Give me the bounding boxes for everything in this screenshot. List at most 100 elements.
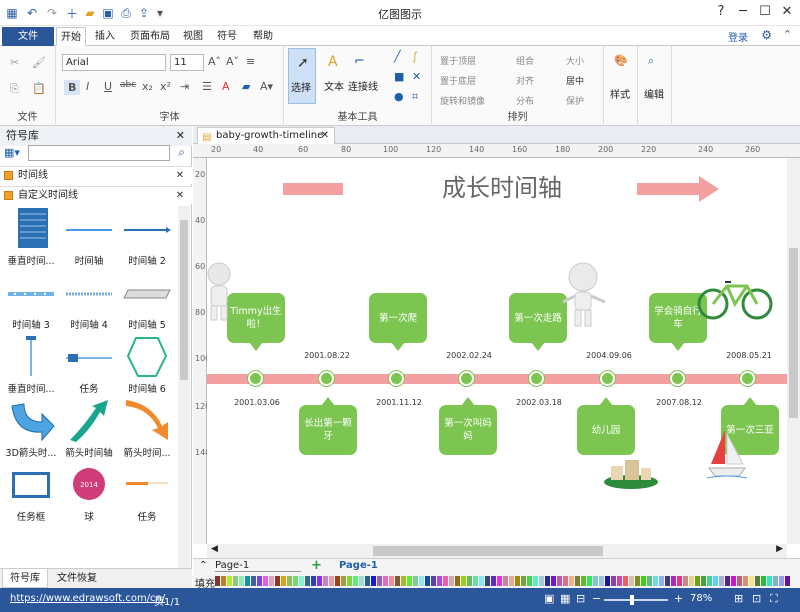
sailboat-image[interactable] bbox=[707, 428, 747, 480]
color-swatch[interactable] bbox=[623, 576, 628, 586]
italic-button[interactable]: I bbox=[86, 80, 89, 93]
canvas-horizontal-scrollbar[interactable]: ◀ ▶ bbox=[207, 544, 787, 558]
bullet-list-icon[interactable]: ☰ bbox=[202, 80, 212, 93]
superscript-icon[interactable]: x² bbox=[160, 80, 171, 93]
fit-width-icon[interactable]: ⊡ bbox=[752, 592, 761, 605]
document-tab-close-icon[interactable]: ✕ bbox=[321, 128, 329, 144]
color-swatch[interactable] bbox=[299, 576, 304, 586]
color-swatch[interactable] bbox=[743, 576, 748, 586]
color-swatch[interactable] bbox=[431, 576, 436, 586]
subscript-icon[interactable]: x₂ bbox=[142, 80, 153, 93]
canvas-vscroll-thumb[interactable] bbox=[789, 248, 798, 418]
paste-icon[interactable]: 📋 bbox=[32, 82, 46, 95]
tab-home[interactable]: 开始 bbox=[56, 27, 86, 46]
fullscreen-icon[interactable]: ⛶ bbox=[770, 592, 778, 606]
connector-tool-icon[interactable]: ⌐ bbox=[354, 54, 365, 69]
color-swatch[interactable] bbox=[347, 576, 352, 586]
tab-file[interactable]: 文件 bbox=[2, 27, 54, 46]
color-swatch[interactable] bbox=[281, 576, 286, 586]
event-first-crawl[interactable]: 第一次爬 bbox=[369, 293, 427, 351]
color-swatch[interactable] bbox=[689, 576, 694, 586]
color-swatch[interactable] bbox=[335, 576, 340, 586]
walking-figure-image[interactable] bbox=[561, 262, 609, 328]
color-swatch[interactable] bbox=[419, 576, 424, 586]
color-swatch[interactable] bbox=[371, 576, 376, 586]
align-button[interactable]: 对齐 bbox=[516, 74, 534, 87]
color-swatch[interactable] bbox=[725, 576, 730, 586]
page-tab-1[interactable]: Page-1 bbox=[339, 560, 378, 571]
style-icon[interactable]: 🎨 bbox=[614, 54, 628, 67]
select-tool-button[interactable]: ➚ 选择 bbox=[288, 48, 316, 104]
color-swatch[interactable] bbox=[407, 576, 412, 586]
fill-color-icon[interactable]: ▰ bbox=[242, 80, 250, 93]
color-swatch[interactable] bbox=[215, 576, 220, 586]
tab-help[interactable]: 帮助 bbox=[248, 27, 278, 46]
shape-task[interactable]: 任务 bbox=[60, 334, 118, 398]
color-swatch[interactable] bbox=[581, 576, 586, 586]
shape-timeline-2[interactable]: 时间轴 2 bbox=[118, 206, 176, 270]
color-swatch[interactable] bbox=[773, 576, 778, 586]
shape-arrow-timeline-2[interactable]: 箭头时间... bbox=[118, 398, 176, 462]
color-swatch[interactable] bbox=[647, 576, 652, 586]
color-swatch[interactable] bbox=[695, 576, 700, 586]
color-swatch[interactable] bbox=[641, 576, 646, 586]
color-swatch[interactable] bbox=[341, 576, 346, 586]
color-swatch[interactable] bbox=[473, 576, 478, 586]
color-swatch[interactable] bbox=[389, 576, 394, 586]
color-swatch[interactable] bbox=[527, 576, 532, 586]
color-swatch[interactable] bbox=[401, 576, 406, 586]
color-swatch[interactable] bbox=[383, 576, 388, 586]
color-swatch[interactable] bbox=[323, 576, 328, 586]
center-button[interactable]: 居中 bbox=[566, 74, 584, 87]
color-swatch[interactable] bbox=[317, 576, 322, 586]
group-button[interactable]: 组合 bbox=[516, 54, 534, 67]
color-swatches[interactable] bbox=[215, 576, 795, 586]
timeline-dot[interactable] bbox=[600, 371, 615, 386]
timeline-dot[interactable] bbox=[389, 371, 404, 386]
library-close-icon[interactable]: ✕ bbox=[176, 167, 184, 184]
zoom-in-icon[interactable]: + bbox=[674, 592, 683, 605]
tab-page-layout[interactable]: 页面布局 bbox=[126, 27, 174, 46]
shape-timeline[interactable]: 时间轴 bbox=[60, 206, 118, 270]
color-swatch[interactable] bbox=[521, 576, 526, 586]
fit-page-icon[interactable]: ⊞ bbox=[734, 592, 743, 605]
crop-tool-icon[interactable]: ⌗ bbox=[412, 90, 418, 104]
page-select[interactable]: Page-1 bbox=[215, 560, 301, 572]
timeline-dot[interactable] bbox=[248, 371, 263, 386]
color-swatch[interactable] bbox=[443, 576, 448, 586]
paragraph-align-icon[interactable]: ≡ bbox=[246, 55, 255, 68]
color-swatch[interactable] bbox=[413, 576, 418, 586]
color-swatch[interactable] bbox=[659, 576, 664, 586]
color-swatch[interactable] bbox=[455, 576, 460, 586]
rectangle-tool-icon[interactable]: ■ bbox=[394, 70, 404, 83]
color-swatch[interactable] bbox=[731, 576, 736, 586]
event-kindergarten[interactable]: 幼儿园 bbox=[577, 397, 635, 455]
color-swatch[interactable] bbox=[287, 576, 292, 586]
size-button[interactable]: 大小 bbox=[566, 54, 584, 67]
timeline-dot[interactable] bbox=[319, 371, 334, 386]
shape-vertical-timeline-2[interactable]: 垂直时间... bbox=[2, 334, 60, 398]
format-painter-icon[interactable]: 🖌 bbox=[32, 56, 46, 69]
color-swatch[interactable] bbox=[479, 576, 484, 586]
text-color-icon[interactable]: A bbox=[222, 80, 230, 93]
ellipse-tool-icon[interactable]: ● bbox=[394, 90, 404, 103]
grid-view-icon[interactable]: ▦ bbox=[560, 592, 570, 605]
edit-button[interactable]: 编辑 bbox=[644, 86, 664, 101]
presentation-icon[interactable]: ⊟ bbox=[576, 592, 585, 605]
color-swatch[interactable] bbox=[599, 576, 604, 586]
color-swatch[interactable] bbox=[587, 576, 592, 586]
library-timeline[interactable]: 时间线 ✕ bbox=[0, 166, 192, 184]
color-swatch[interactable] bbox=[239, 576, 244, 586]
color-swatch[interactable] bbox=[761, 576, 766, 586]
shape-task-2[interactable]: 任务 bbox=[118, 462, 176, 526]
timeline-dot[interactable] bbox=[529, 371, 544, 386]
style-button[interactable]: 样式 bbox=[610, 86, 630, 101]
color-swatch[interactable] bbox=[491, 576, 496, 586]
color-swatch[interactable] bbox=[515, 576, 520, 586]
color-swatch[interactable] bbox=[227, 576, 232, 586]
rotate-mirror-button[interactable]: 旋转和镜像 bbox=[440, 94, 485, 107]
color-swatch[interactable] bbox=[251, 576, 256, 586]
color-swatch[interactable] bbox=[575, 576, 580, 586]
protect-button[interactable]: 保护 bbox=[566, 94, 584, 107]
color-swatch[interactable] bbox=[353, 576, 358, 586]
